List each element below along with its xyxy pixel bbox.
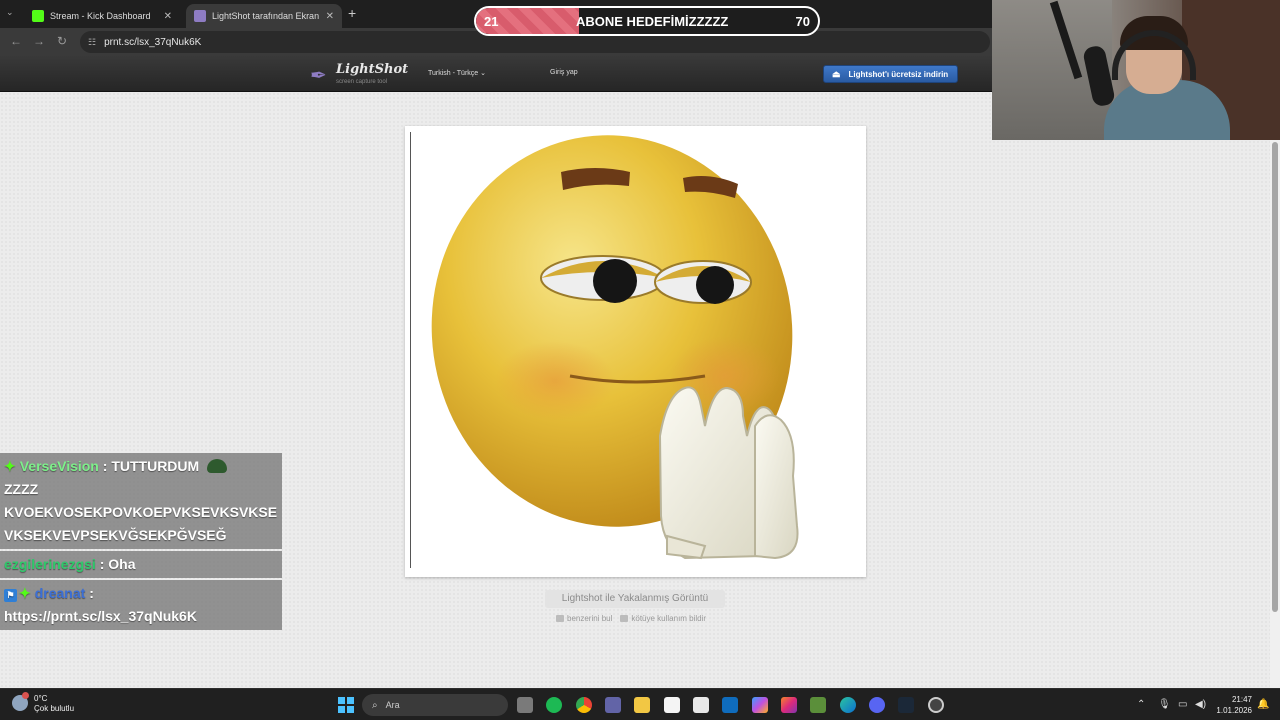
spotify-icon[interactable] xyxy=(546,697,562,713)
site-info-icon[interactable]: ☷ xyxy=(88,37,96,48)
tray-overflow-chevron-icon[interactable]: ⌃ xyxy=(1137,699,1145,710)
goal-target: 70 xyxy=(795,14,810,29)
weather-desc: Çok bulutlu xyxy=(34,704,75,713)
taskbar-clock[interactable]: 21:47 1.01.2026 xyxy=(1212,694,1252,716)
thinking-emoji-image xyxy=(431,135,799,560)
find-similar-link[interactable]: benzerini bul xyxy=(556,614,612,623)
chrome-icon[interactable] xyxy=(576,697,592,713)
find-similar-label: benzerini bul xyxy=(567,614,613,623)
close-tab-icon[interactable]: ✕ xyxy=(164,11,172,22)
report-abuse-label: kötüye kullanım bildir xyxy=(631,614,707,623)
subscriber-badge-icon: ⚑ xyxy=(4,589,17,602)
image-edge-line xyxy=(410,132,411,568)
screenshot-image[interactable] xyxy=(405,126,866,577)
chat-text: : Oha xyxy=(99,556,136,572)
login-link[interactable]: Giriş yap xyxy=(550,69,578,76)
clock-date: 1.01.2026 xyxy=(1216,706,1252,715)
tab-kick-dashboard[interactable]: Stream - Kick Dashboard ✕ xyxy=(24,4,180,28)
store-icon[interactable] xyxy=(693,697,709,713)
microphone-icon[interactable]: 🎙 xyxy=(1158,699,1171,710)
mail-icon[interactable] xyxy=(722,697,738,713)
flag-icon xyxy=(620,615,629,622)
subscriber-goal-overlay: 21 ABONE HEDEFİMİZZZZZ 70 xyxy=(474,6,820,36)
logo-tagline: screen capture tool xyxy=(336,79,388,85)
forward-arrow-icon[interactable]: → xyxy=(33,34,45,48)
feather-icon: ✒ xyxy=(310,65,327,87)
tab-list-chevron-icon[interactable]: ⌄ xyxy=(6,7,14,18)
chat-message: ⚑ ✦ dreanat : https://prnt.sc/lsx_37qNuk6K xyxy=(0,580,282,630)
download-icon: ⏏ xyxy=(832,68,841,79)
file-explorer-icon[interactable] xyxy=(634,697,650,713)
download-button-label: Lightshot'ı ücretsiz indirin xyxy=(848,69,949,79)
chat-message: ✦ VerseVision : TUTTURDUM ZZZZ KVOEKVOSEK… xyxy=(0,453,282,549)
search-placeholder: Ara xyxy=(385,700,400,710)
clock-time: 21:47 xyxy=(1231,695,1252,704)
scrollbar-thumb[interactable] xyxy=(1272,142,1278,612)
network-icon[interactable]: ▭ xyxy=(1178,699,1187,710)
tab-lightshot[interactable]: LightShot tarafından Ekran Görü ✕ xyxy=(186,4,342,28)
language-selector[interactable]: Turkish - Türkçe ⌄ xyxy=(428,69,486,77)
sparkle-badge-icon: ✦ xyxy=(4,458,16,474)
teams-icon[interactable] xyxy=(605,697,621,713)
taskbar-search[interactable]: ⌕ Ara xyxy=(362,694,508,716)
chevron-down-icon: ⌄ xyxy=(480,70,487,77)
edge-icon[interactable] xyxy=(840,697,856,713)
volume-icon[interactable]: ◀) xyxy=(1195,699,1206,710)
copilot-icon[interactable] xyxy=(752,697,768,713)
page-scrollbar[interactable] xyxy=(1270,92,1280,688)
tab-title: Stream - Kick Dashboard xyxy=(50,11,151,21)
chat-text-continued: ZZZZ KVOEKVOSEKPOVKOEPVKSEVKSVKSE VKSEKV… xyxy=(4,481,278,543)
logo-name: LightShot xyxy=(336,62,409,77)
chat-text: : xyxy=(89,585,94,601)
task-view-icon[interactable] xyxy=(517,697,533,713)
minecraft-icon[interactable] xyxy=(810,697,826,713)
search-icon: ⌕ xyxy=(372,699,378,711)
weather-badge xyxy=(22,692,29,699)
obs-icon[interactable] xyxy=(928,697,944,713)
url-text: prnt.sc/lsx_37qNuk6K xyxy=(104,36,202,48)
chat-text-continued: https://prnt.sc/lsx_37qNuk6K xyxy=(4,608,197,624)
notepad-icon[interactable] xyxy=(664,697,680,713)
chat-username: ezgilerinezgsi xyxy=(4,556,96,572)
chat-overlay: ✦ VerseVision : TUTTURDUM ZZZZ KVOEKVOSEK… xyxy=(0,453,282,632)
close-tab-icon[interactable]: ✕ xyxy=(326,11,334,22)
reload-icon[interactable]: ↻ xyxy=(57,34,67,48)
lightshot-favicon-icon xyxy=(194,10,206,22)
chat-text: : TUTTURDUM xyxy=(102,458,200,474)
windows-taskbar: 0°C Çok bulutlu ⌕ Ara ⌃ 🎙 ▭ ◀) 21:47 1.0… xyxy=(0,688,1280,720)
goal-label: ABONE HEDEFİMİZZZZZ xyxy=(576,14,729,29)
goal-current: 21 xyxy=(484,14,499,29)
lightshot-logo[interactable]: ✒ LightShot screen capture tool xyxy=(310,60,410,90)
notification-bell-icon[interactable]: 🔔 xyxy=(1257,699,1269,710)
steam-icon[interactable] xyxy=(898,697,914,713)
kick-favicon-icon xyxy=(32,10,44,22)
back-arrow-icon[interactable]: ← xyxy=(10,34,22,48)
webcam-overlay xyxy=(992,0,1280,140)
weather-temp: 0°C xyxy=(34,694,48,703)
tab-title: LightShot tarafından Ekran Görü xyxy=(212,11,322,21)
start-button-icon[interactable] xyxy=(338,697,354,713)
download-button[interactable]: ⏏ Lightshot'ı ücretsiz indirin xyxy=(823,65,958,83)
chat-username: dreanat xyxy=(34,585,86,601)
discord-icon[interactable] xyxy=(869,697,885,713)
report-abuse-link[interactable]: kötüye kullanım bildir xyxy=(620,614,706,623)
frog-emote-icon xyxy=(207,459,228,473)
chat-message: ezgilerinezgsi : Oha xyxy=(0,551,282,578)
language-label: Turkish - Türkçe xyxy=(428,70,479,77)
image-actions: benzerini bul kötüye kullanım bildir xyxy=(556,614,706,623)
chat-username: VerseVision xyxy=(19,458,99,474)
camera-icon xyxy=(556,615,564,622)
new-tab-plus-icon[interactable]: + xyxy=(348,5,356,21)
sparkle-badge-icon: ✦ xyxy=(19,585,31,601)
image-caption: Lightshot ile Yakalanmış Görüntü xyxy=(545,590,725,608)
instagram-icon[interactable] xyxy=(781,697,797,713)
